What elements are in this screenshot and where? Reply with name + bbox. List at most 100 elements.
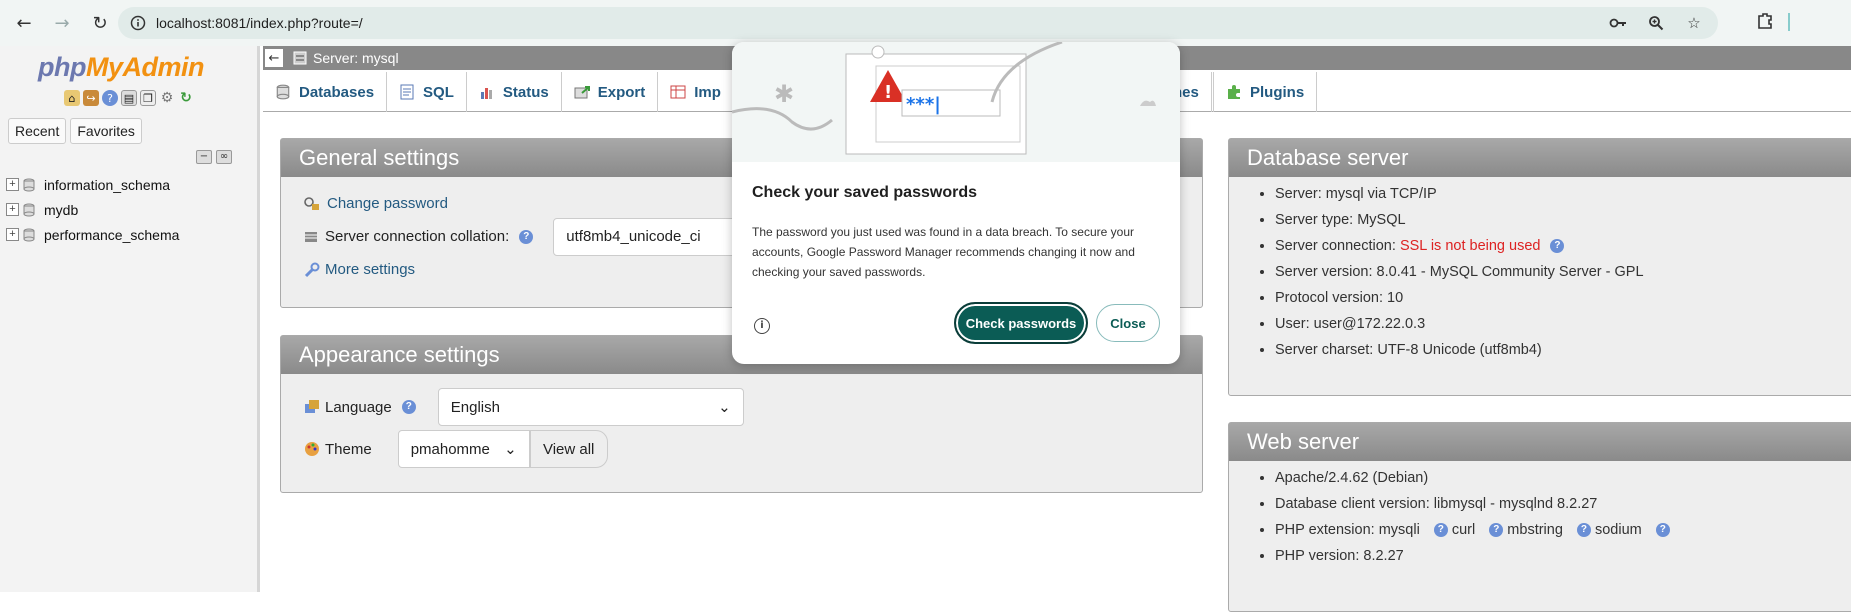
list-item[interactable]: + performance_schema [6, 222, 179, 247]
logout-icon[interactable]: ↪ [83, 90, 99, 106]
password-key-icon[interactable] [1606, 11, 1630, 35]
list-item[interactable]: + mydb [6, 197, 179, 222]
db-name[interactable]: mydb [44, 202, 78, 218]
phpmyadmin-logo[interactable]: phpMyAdmin [38, 52, 204, 83]
extensions-icon[interactable] [1756, 11, 1774, 33]
tab-status[interactable]: Status [467, 72, 562, 112]
tab-label: Plugins [1250, 83, 1305, 101]
navigation-panel: phpMyAdmin ⌂ ↪ ? ▤ ❐ ⚙ ↻ Recent Favorite… [0, 46, 260, 592]
list-item: Apache/2.4.62 (Debian) [1275, 465, 1851, 491]
tab-import[interactable]: Imp [658, 72, 733, 112]
check-passwords-button[interactable]: Check passwords [954, 302, 1088, 344]
chevron-down-icon: ⌄ [504, 441, 517, 458]
theme-value: pmahomme [410, 440, 490, 458]
db-name[interactable]: performance_schema [44, 227, 179, 243]
help-icon[interactable]: ? [1489, 523, 1504, 538]
language-select[interactable]: English ⌄ [437, 388, 744, 426]
view-all-button[interactable]: View all [529, 430, 608, 468]
settings-gear-icon[interactable]: ⚙ [159, 90, 175, 106]
collapse-panel-icon[interactable]: ← [265, 49, 283, 67]
site-info-icon[interactable] [128, 13, 148, 33]
theme-palette-icon [305, 442, 319, 456]
bookmark-star-icon[interactable]: ☆ [1682, 11, 1706, 35]
connection-label: Server connection: [1275, 238, 1400, 254]
tab-label: Export [597, 83, 646, 101]
back-icon[interactable]: ← [10, 9, 38, 37]
database-server-panel: Database server Server: mysql via TCP/IP… [1228, 138, 1851, 396]
forward-icon[interactable]: → [48, 9, 76, 37]
recent-button[interactable]: Recent [8, 118, 67, 144]
help-icon[interactable]: ? [1576, 523, 1591, 538]
breach-illustration: ✱ ! ***| [732, 42, 1180, 162]
home-icon[interactable]: ⌂ [64, 90, 80, 106]
expand-icon[interactable]: + [6, 228, 19, 241]
list-item[interactable]: + information_schema [6, 172, 179, 197]
server-label[interactable]: Server: mysql [313, 50, 399, 66]
logo-admin: Admin [122, 52, 205, 82]
puzzle-plugin-icon [1228, 85, 1240, 99]
chevron-down-icon: ⌄ [718, 399, 731, 416]
masked-password: ***| [906, 94, 941, 115]
zoom-icon[interactable] [1644, 11, 1668, 35]
password-breach-dialog: ✱ ! ***| Check your saved passwords The … [732, 42, 1180, 364]
link-with-main-icon[interactable]: ∞ [216, 150, 232, 164]
db-name[interactable]: information_schema [44, 177, 170, 193]
tab-label: Databases [299, 83, 375, 101]
close-button[interactable]: Close [1096, 304, 1160, 342]
logo-php: php [38, 52, 86, 82]
tab-sql[interactable]: SQL [387, 72, 467, 112]
list-item: PHP version: 8.2.27 [1275, 543, 1851, 569]
ext-curl: curl [1451, 522, 1476, 538]
expand-icon[interactable]: + [6, 178, 19, 191]
tab-databases[interactable]: Databases [263, 72, 388, 112]
web-server-panel: Web server Apache/2.4.62 (Debian) Databa… [1228, 422, 1851, 612]
server-icon [293, 51, 307, 65]
change-password-link[interactable]: Change password [327, 195, 448, 212]
list-item: Protocol version: 10 [1275, 285, 1851, 311]
sql-icon [400, 84, 414, 100]
list-item: PHP extension: mysqli ? curl ? mbstring … [1275, 517, 1851, 543]
php-ext-label: PHP extension: mysqli [1275, 522, 1420, 538]
theme-select[interactable]: pmahomme ⌄ [397, 430, 530, 468]
address-bar[interactable]: localhost:8081/index.php?route=/ ☆ [118, 7, 1718, 39]
dialog-message: The password you just used was found in … [752, 225, 1135, 279]
tab-label: Imp [694, 83, 721, 101]
favorites-button[interactable]: Favorites [70, 118, 142, 144]
tab-plugins[interactable]: Plugins [1213, 72, 1318, 112]
svg-text:!: ! [884, 82, 892, 103]
tab-export[interactable]: Export [562, 72, 659, 112]
tab-label: Status [502, 83, 549, 101]
collapse-all-icon[interactable]: − [196, 150, 212, 164]
help-icon[interactable]: ? [401, 400, 416, 414]
panel-title: Web server [1229, 423, 1851, 461]
language-label: Language [325, 398, 392, 416]
url-text[interactable]: localhost:8081/index.php?route=/ [156, 15, 363, 31]
help-icon[interactable]: ? [1433, 523, 1448, 538]
export-icon [574, 86, 590, 99]
collation-select[interactable]: utf8mb4_unicode_ci [553, 217, 754, 256]
help-icon[interactable]: ? [1655, 523, 1670, 538]
help-icon[interactable]: ? [102, 90, 118, 106]
list-item: Server charset: UTF-8 Unicode (utf8mb4) [1275, 337, 1851, 363]
refresh-icon[interactable]: ↻ [178, 90, 194, 106]
collation-value: utf8mb4_unicode_ci [566, 228, 701, 245]
database-icon [276, 84, 290, 100]
collation-icon [305, 231, 317, 242]
status-chart-icon [480, 88, 492, 99]
dialog-title: Check your saved passwords [752, 184, 977, 201]
browser-toolbar: ← → ↻ localhost:8081/index.php?route=/ ☆ [0, 0, 1851, 46]
svg-text:✱: ✱ [774, 80, 794, 108]
database-tree: + information_schema + mydb + performanc… [6, 172, 179, 247]
expand-icon[interactable]: + [6, 203, 19, 216]
more-settings-link[interactable]: More settings [325, 261, 415, 278]
copy-icon[interactable]: ❐ [140, 90, 156, 106]
theme-label: Theme [325, 440, 372, 458]
list-item: Server: mysql via TCP/IP [1275, 181, 1851, 207]
tab-label: SQL [423, 83, 454, 101]
language-value: English [450, 398, 500, 416]
docs-icon[interactable]: ▤ [121, 90, 137, 106]
help-icon[interactable]: ? [519, 229, 534, 244]
info-icon[interactable]: i [754, 318, 770, 334]
reload-icon[interactable]: ↻ [86, 9, 114, 37]
help-icon[interactable]: ? [1550, 239, 1565, 254]
